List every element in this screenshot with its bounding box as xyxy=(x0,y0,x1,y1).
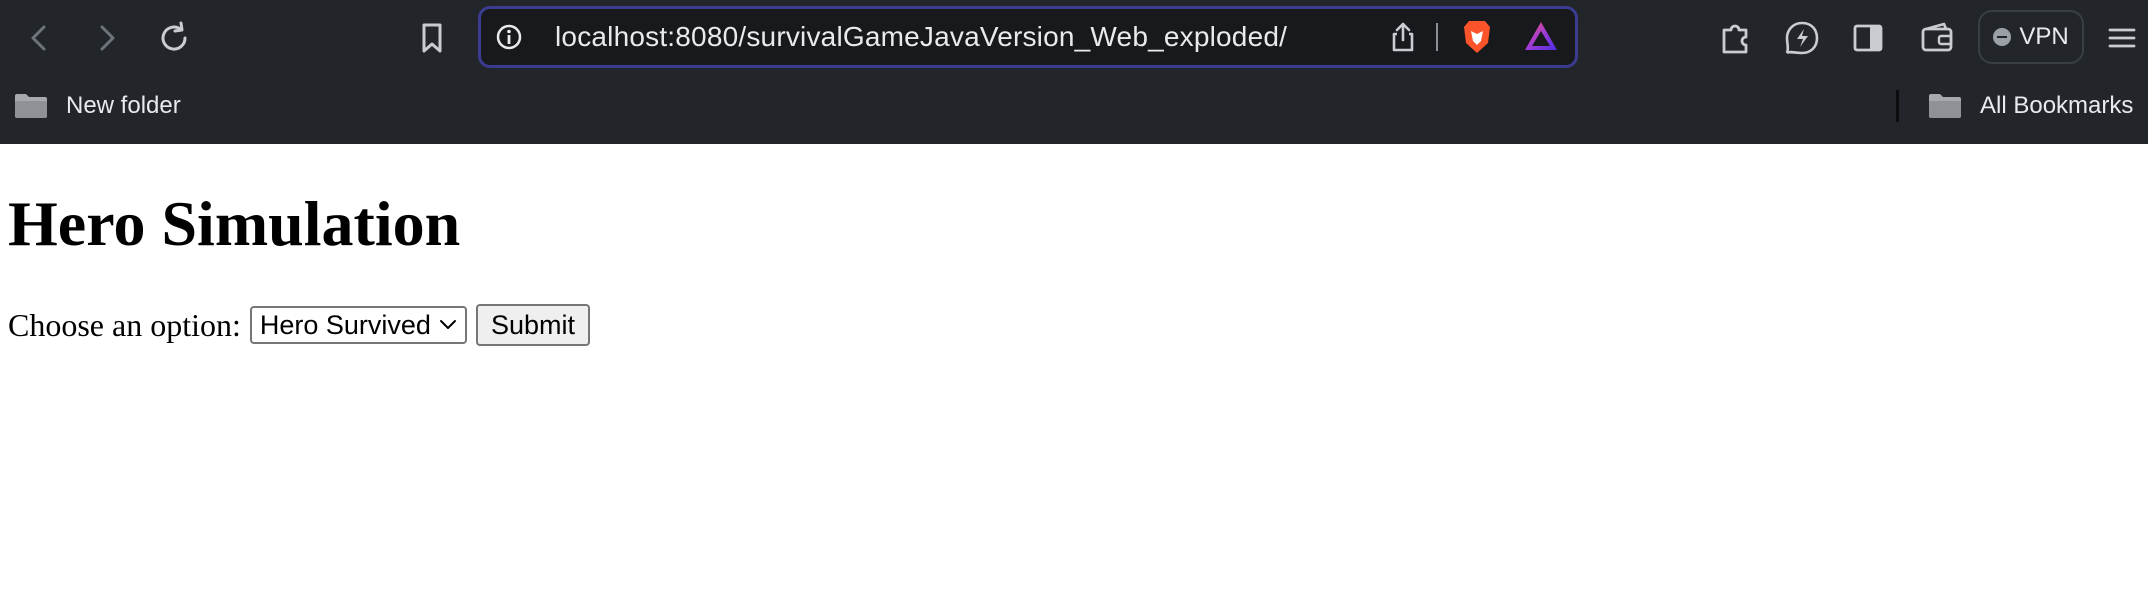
back-button[interactable] xyxy=(22,20,58,56)
vpn-status-icon xyxy=(1993,28,2012,46)
address-bar[interactable]: localhost:8080/survivalGameJavaVersion_W… xyxy=(478,6,1578,68)
folder-icon xyxy=(15,94,47,118)
chevron-down-icon xyxy=(439,320,456,329)
main-menu-button[interactable] xyxy=(2104,20,2140,56)
bookmarks-bar: New folder All Bookmarks xyxy=(0,84,2148,128)
vpn-button[interactable]: VPN xyxy=(1978,10,2084,64)
page-title: Hero Simulation xyxy=(8,188,461,259)
share-icon xyxy=(1392,22,1414,52)
info-icon xyxy=(496,24,522,50)
option-form: Choose an option: Hero Survived Submit xyxy=(8,304,590,346)
browser-chrome: localhost:8080/survivalGameJavaVersion_W… xyxy=(0,0,2148,144)
option-select-value: Hero Survived xyxy=(259,310,431,340)
option-select[interactable]: Hero Survived xyxy=(249,306,467,344)
bookmark-folder-all-bookmarks[interactable]: All Bookmarks xyxy=(1928,84,2133,128)
site-info-button[interactable] xyxy=(495,23,523,51)
page-content: Hero Simulation Choose an option: Hero S… xyxy=(0,144,2148,614)
bookmarks-divider xyxy=(1896,90,1899,122)
reload-icon xyxy=(161,21,187,51)
hamburger-menu-icon xyxy=(2108,28,2136,48)
folder-icon xyxy=(1929,94,1961,118)
bookmark-icon xyxy=(422,23,442,53)
share-button[interactable] xyxy=(1387,21,1419,53)
leo-ai-button[interactable] xyxy=(1782,18,1822,58)
browser-toolbar: localhost:8080/survivalGameJavaVersion_W… xyxy=(0,0,2148,76)
url-text[interactable]: localhost:8080/survivalGameJavaVersion_W… xyxy=(555,9,1287,65)
vpn-label: VPN xyxy=(2019,23,2069,50)
bookmark-folder-label: New folder xyxy=(66,92,181,119)
sidebar-icon xyxy=(1853,24,1883,52)
reload-button[interactable] xyxy=(154,18,194,58)
extensions-button[interactable] xyxy=(1716,18,1756,58)
address-bar-divider xyxy=(1436,23,1438,51)
brave-shields-button[interactable] xyxy=(1457,17,1497,57)
chevron-right-icon xyxy=(100,25,115,51)
bookmark-folder-label: All Bookmarks xyxy=(1980,92,2134,119)
bookmark-folder-new-folder[interactable]: New folder xyxy=(14,84,181,128)
submit-button[interactable]: Submit xyxy=(475,304,590,346)
sidebar-button[interactable] xyxy=(1850,20,1886,56)
wallet-button[interactable] xyxy=(1918,20,1956,56)
triangle-rewards-icon xyxy=(1525,22,1557,50)
choose-option-label: Choose an option: xyxy=(8,306,241,343)
brave-lion-icon xyxy=(1464,21,1490,53)
forward-button[interactable] xyxy=(88,20,124,56)
leo-ai-icon xyxy=(1785,21,1819,55)
wallet-icon xyxy=(1921,22,1953,52)
bookmark-page-button[interactable] xyxy=(412,18,452,58)
puzzle-icon xyxy=(1722,24,1748,54)
chevron-left-icon xyxy=(31,25,46,51)
brave-rewards-button[interactable] xyxy=(1521,17,1561,57)
